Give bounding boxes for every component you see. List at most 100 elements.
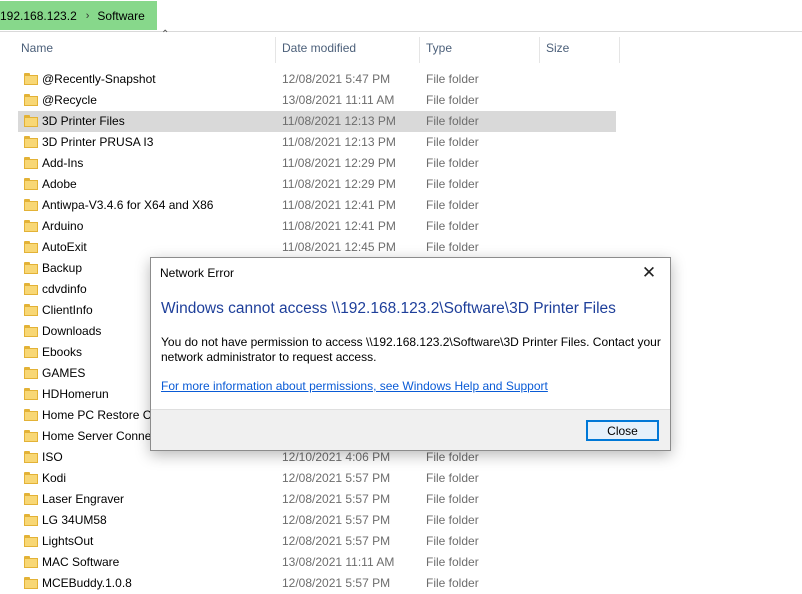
file-type: File folder — [426, 513, 479, 527]
network-error-dialog: Network Error ✕ Windows cannot access \\… — [150, 257, 671, 451]
close-icon[interactable]: ✕ — [632, 258, 666, 288]
folder-icon — [24, 409, 38, 421]
file-date-modified: 12/08/2021 5:57 PM — [282, 492, 391, 506]
file-date-modified: 11/08/2021 12:13 PM — [282, 135, 396, 149]
folder-icon — [24, 514, 38, 526]
folder-icon — [24, 220, 38, 232]
column-headers: Name ⌃ Date modified Type Size — [0, 29, 802, 65]
file-row[interactable]: 3D Printer PRUSA I3 11/08/2021 12:13 PM Fi… — [18, 132, 616, 153]
folder-icon — [24, 451, 38, 463]
file-name: Arduino — [42, 219, 84, 233]
file-row[interactable]: @Recently-Snapshot 12/08/2021 5:47 PM File… — [18, 69, 616, 90]
file-name: LightsOut — [42, 534, 94, 548]
file-row[interactable]: Kodi 12/08/2021 5:57 PM File folder — [18, 468, 616, 489]
file-row[interactable]: Antiwpa-V3.4.6 for X64 and X86 11/08/2021… — [18, 195, 616, 216]
folder-icon — [24, 136, 38, 148]
folder-icon — [24, 535, 38, 547]
dialog-title: Network Error — [160, 266, 235, 280]
file-type: File folder — [426, 156, 479, 170]
folder-icon — [24, 283, 38, 295]
file-name: Antiwpa-V3.4.6 for X64 and X86 — [42, 198, 214, 212]
file-date-modified: 11/08/2021 12:41 PM — [282, 198, 396, 212]
file-row[interactable]: Laser Engraver 12/08/2021 5:57 PM File fol… — [18, 489, 616, 510]
file-date-modified: 12/08/2021 5:57 PM — [282, 534, 391, 548]
breadcrumb-host[interactable]: 192.168.123.2 — [0, 9, 77, 23]
column-divider[interactable] — [539, 37, 540, 63]
file-type: File folder — [426, 492, 479, 506]
column-header-date-label: Date modified — [282, 41, 357, 55]
file-name: MCEBuddy.1.0.8 — [42, 576, 132, 590]
column-divider[interactable] — [619, 37, 620, 63]
column-header-name[interactable]: Name ⌃ — [21, 29, 274, 65]
file-date-modified: 12/08/2021 5:57 PM — [282, 471, 391, 485]
file-row[interactable]: Adobe 11/08/2021 12:29 PM File folder — [18, 174, 616, 195]
file-row[interactable]: Arduino 11/08/2021 12:41 PM File folder — [18, 216, 616, 237]
file-name: Adobe — [42, 177, 77, 191]
folder-icon — [24, 493, 38, 505]
file-name: Kodi — [42, 471, 67, 485]
file-date-modified: 11/08/2021 12:41 PM — [282, 219, 396, 233]
breadcrumb-separator-icon[interactable] — [86, 10, 90, 22]
dialog-message: You do not have permission to access \\1… — [161, 335, 661, 364]
file-date-modified: 11/08/2021 12:13 PM — [282, 114, 396, 128]
file-type: File folder — [426, 177, 479, 191]
file-name: MAC Software — [42, 555, 120, 569]
file-row[interactable]: MCEBuddy.1.0.8 12/08/2021 5:57 PM File fol… — [18, 573, 616, 594]
column-header-type-label: Type — [426, 41, 453, 55]
file-type: File folder — [426, 198, 479, 212]
breadcrumb[interactable]: 192.168.123.2 Software — [0, 1, 157, 30]
file-type: File folder — [426, 72, 479, 86]
file-date-modified: 12/08/2021 5:57 PM — [282, 513, 391, 527]
file-date-modified: 12/08/2021 5:57 PM — [282, 576, 391, 590]
file-row[interactable]: LG 34UM58 12/08/2021 5:57 PM File folder — [18, 510, 616, 531]
folder-icon — [24, 115, 38, 127]
file-name: 3D Printer PRUSA I3 — [42, 135, 154, 149]
folder-icon — [24, 346, 38, 358]
folder-icon — [24, 94, 38, 106]
file-name: AutoExit — [42, 240, 87, 254]
file-row[interactable]: @Recycle 13/08/2021 11:11 AM File folder — [18, 90, 616, 111]
dialog-footer: Close — [151, 409, 670, 450]
folder-icon — [24, 199, 38, 211]
file-type: File folder — [426, 219, 479, 233]
folder-icon — [24, 304, 38, 316]
file-type: File folder — [426, 534, 479, 548]
folder-icon — [24, 262, 38, 274]
column-header-size-label: Size — [546, 41, 570, 55]
folder-icon — [24, 556, 38, 568]
file-date-modified: 12/08/2021 5:47 PM — [282, 72, 391, 86]
file-type: File folder — [426, 93, 479, 107]
file-type: File folder — [426, 135, 479, 149]
file-row[interactable]: Add-Ins 11/08/2021 12:29 PM File folder — [18, 153, 616, 174]
column-header-date[interactable]: Date modified — [282, 31, 418, 65]
column-header-size[interactable]: Size — [546, 31, 616, 65]
file-type: File folder — [426, 576, 479, 590]
folder-icon — [24, 157, 38, 169]
column-header-type[interactable]: Type — [426, 31, 536, 65]
folder-icon — [24, 367, 38, 379]
breadcrumb-folder[interactable]: Software — [97, 9, 144, 23]
column-divider[interactable] — [275, 37, 276, 63]
file-row[interactable]: LightsOut 12/08/2021 5:57 PM File folder — [18, 531, 616, 552]
folder-icon — [24, 388, 38, 400]
column-divider[interactable] — [419, 37, 420, 63]
address-bar[interactable]: 192.168.123.2 Software — [0, 0, 802, 32]
file-date-modified: 11/08/2021 12:45 PM — [282, 240, 396, 254]
file-row[interactable]: 3D Printer Files 11/08/2021 12:13 PM File … — [18, 111, 616, 132]
file-name: 3D Printer Files — [42, 114, 125, 128]
file-date-modified: 13/08/2021 11:11 AM — [282, 555, 395, 569]
file-type: File folder — [426, 555, 479, 569]
folder-icon — [24, 430, 38, 442]
folder-icon — [24, 325, 38, 337]
file-name: Add-Ins — [42, 156, 84, 170]
file-type: File folder — [426, 114, 479, 128]
help-link[interactable]: For more information about permissions, … — [161, 379, 548, 393]
folder-icon — [24, 577, 38, 589]
file-row[interactable]: MAC Software 13/08/2021 11:11 AM File fold… — [18, 552, 616, 573]
file-name: Laser Engraver — [42, 492, 125, 506]
close-button[interactable]: Close — [586, 420, 659, 441]
dialog-heading: Windows cannot access \\192.168.123.2\So… — [161, 300, 616, 317]
file-date-modified: 11/08/2021 12:29 PM — [282, 177, 396, 191]
folder-icon — [24, 73, 38, 85]
file-row[interactable]: AutoExit 11/08/2021 12:45 PM File folder — [18, 237, 616, 258]
